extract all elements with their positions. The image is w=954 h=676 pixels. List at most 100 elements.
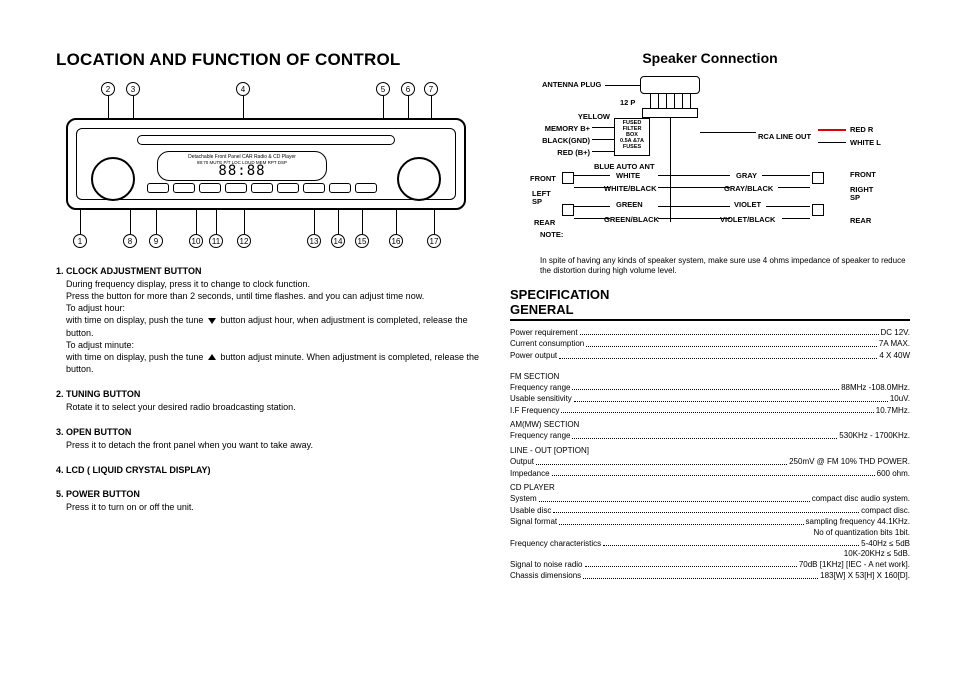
violet-black-wire-label: VIOLET/BLACK <box>720 215 775 224</box>
callout-1: 1 <box>73 234 87 248</box>
tune-knob <box>91 157 135 201</box>
fuse-box: FUSEDFILTERBOX0.5A &7AFUSES <box>614 118 650 156</box>
section-heading: 4. LCD ( LIQUID CRYSTAL DISPLAY) <box>56 465 486 475</box>
spec-key: Signal to noise radio <box>510 559 583 571</box>
page-title: LOCATION AND FUNCTION OF CONTROL <box>56 50 486 70</box>
wiring-diagram: ANTENNA PLUG 12 P YELLOW MEMORY B+ BLACK… <box>510 72 908 252</box>
note-heading: NOTE: <box>540 230 563 239</box>
spec-row: Power output4 X 40W <box>510 350 910 362</box>
spec-row: Power requirementDC 12V. <box>510 327 910 339</box>
dot-leader <box>603 538 859 547</box>
spec-row: Frequency range88MHz -108.0MHz. <box>510 382 910 394</box>
white-black-wire-label: WHITE/BLACK <box>604 184 657 193</box>
spec-key: System <box>510 493 537 505</box>
specification-heading: SPECIFICATIONGENERAL <box>510 287 910 321</box>
dot-leader <box>539 493 810 502</box>
spec-cd-2: Frequency characteristics 5-40Hz ≤ 5dB <box>510 538 910 550</box>
spec-value: 183[W] X 53[H] X 160[D]. <box>820 570 910 582</box>
spec-value: 10uV. <box>890 393 910 405</box>
spec-key: I.F Frequency <box>510 405 559 417</box>
spec-general: Power requirementDC 12V.Current consumpt… <box>510 327 910 362</box>
rear-right-label: REAR <box>850 216 871 225</box>
line-out-heading: LINE - OUT [OPTION] <box>510 446 910 455</box>
spec-cd: Systemcompact disc audio system.Usable d… <box>510 493 910 528</box>
spec-value: 88MHz -108.0MHz. <box>841 382 910 394</box>
rear-left-label: REAR <box>534 218 555 227</box>
spec-fm: Frequency range88MHz -108.0MHz.Usable se… <box>510 382 910 417</box>
control-section: 3. OPEN BUTTONPress it to detach the fro… <box>56 427 486 451</box>
spec-value: 5-40Hz ≤ 5dB <box>861 538 910 550</box>
gray-black-wire-label: GRAY/BLACK <box>724 184 773 193</box>
right-column: Speaker Connection ANTENNA PLUG 12 P YEL… <box>510 50 910 582</box>
section-body-line: To adjust hour: <box>56 302 486 314</box>
callout-6: 6 <box>401 82 415 96</box>
callout-13: 13 <box>307 234 321 248</box>
section-body-line: To adjust minute: <box>56 339 486 351</box>
spec-row: Output250mV @ FM 10% THD POWER. <box>510 456 910 468</box>
quantization-note: No of quantization bits 1bit. <box>510 528 910 538</box>
left-column: LOCATION AND FUNCTION OF CONTROL 2 3 4 5… <box>56 50 486 582</box>
note-body: In spite of having any kinds of speaker … <box>510 256 910 277</box>
cd-player-heading: CD PLAYER <box>510 483 910 492</box>
front-right-label: FRONT <box>850 170 876 179</box>
spec-value: compact disc. <box>861 505 910 517</box>
spec-key: Signal format <box>510 516 557 528</box>
spec-value: 10.7MHz. <box>876 405 910 417</box>
memory-b-plus-label: MEMORY B+ <box>530 124 590 133</box>
dot-leader <box>559 350 877 359</box>
dot-leader <box>586 338 877 347</box>
section-heading: 5. POWER BUTTON <box>56 489 486 499</box>
callout-16: 16 <box>389 234 403 248</box>
dot-leader <box>572 382 839 391</box>
iso-plug <box>642 108 698 118</box>
spec-value: compact disc audio system. <box>812 493 910 505</box>
car-stereo-outline: Detachable Front Panel CAR Radio & CD Pl… <box>66 118 466 210</box>
control-section: 2. TUNING BUTTONRotate it to select your… <box>56 389 486 413</box>
section-heading: 2. TUNING BUTTON <box>56 389 486 399</box>
spec-row: Usable disc compact disc. <box>510 505 910 517</box>
callout-11: 11 <box>209 234 223 248</box>
lcd-digits: 88:88 <box>218 163 265 179</box>
callout-9: 9 <box>149 234 163 248</box>
control-section: 1. CLOCK ADJUSTMENT BUTTONDuring frequen… <box>56 266 486 375</box>
speaker-icon <box>812 172 824 184</box>
dot-leader <box>574 393 888 402</box>
left-sp-label: LEFTSP <box>532 190 551 205</box>
triangle-up-icon <box>208 354 216 360</box>
section-body-line: During frequency display, press it to ch… <box>56 278 486 290</box>
dot-leader <box>561 405 873 414</box>
section-body-line: Press the button for more than 2 seconds… <box>56 290 486 302</box>
callout-14: 14 <box>331 234 345 248</box>
dot-leader <box>536 456 787 465</box>
dot-leader <box>553 505 859 514</box>
section-body-line: Press it to detach the front panel when … <box>56 439 486 451</box>
callout-8: 8 <box>123 234 137 248</box>
lcd-display: Detachable Front Panel CAR Radio & CD Pl… <box>157 151 327 181</box>
callout-15: 15 <box>355 234 369 248</box>
spec-row: Frequency range530KHz - 1700KHz. <box>510 430 910 442</box>
white-wire-label: WHITE <box>616 171 640 180</box>
callout-10: 10 <box>189 234 203 248</box>
spec-am: Frequency range530KHz - 1700KHz. <box>510 430 910 442</box>
spec-key: Usable sensitivity <box>510 393 572 405</box>
blue-auto-ant-label: BLUE AUTO ANT <box>594 162 655 171</box>
spec-cd-3: Signal to noise radio70dB [1KHz] [IEC - … <box>510 559 910 582</box>
spec-line-out: Output250mV @ FM 10% THD POWER.Impedance… <box>510 456 910 479</box>
spec-row: Chassis dimensions183[W] X 53[H] X 160[D… <box>510 570 910 582</box>
red-b-plus-label: RED (B+) <box>540 148 590 157</box>
dot-leader <box>552 468 875 477</box>
speaker-connection-title: Speaker Connection <box>510 50 910 66</box>
p12-label: 12 P <box>620 98 635 107</box>
dot-leader <box>580 327 879 336</box>
spec-key: Frequency characteristics <box>510 538 601 550</box>
speaker-icon <box>812 204 824 216</box>
spec-value: sampling frequency 44.1KHz. <box>806 516 911 528</box>
white-l-label: WHITE L <box>850 138 881 147</box>
spec-value: DC 12V. <box>881 327 911 339</box>
spec-value: 250mV @ FM 10% THD POWER. <box>789 456 910 468</box>
green-black-wire-label: GREEN/BLACK <box>604 215 659 224</box>
main-connector <box>640 76 700 94</box>
cd-slot <box>137 135 395 145</box>
callout-2: 2 <box>101 82 115 96</box>
spec-key: Usable disc <box>510 505 551 517</box>
